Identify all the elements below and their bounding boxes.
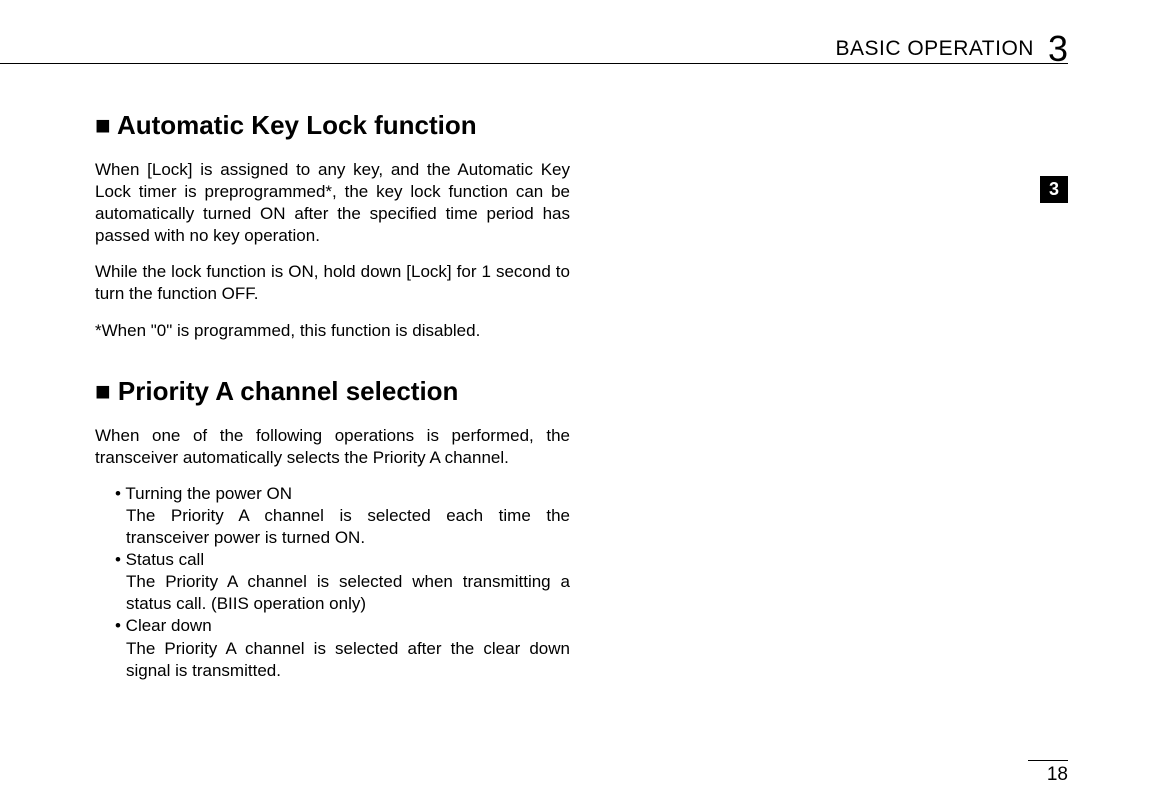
section-heading-priority: ■ Priority A channel selection: [95, 376, 570, 407]
bullet-title: • Turning the power ON: [115, 483, 570, 505]
list-item: • Turning the power ON The Priority A ch…: [115, 483, 570, 549]
bullet-title: • Status call: [115, 549, 570, 571]
side-tab-indicator: 3: [1040, 176, 1068, 203]
body-text: When [Lock] is assigned to any key, and …: [95, 159, 570, 247]
bullet-list: • Turning the power ON The Priority A ch…: [115, 483, 570, 682]
bullet-description: The Priority A channel is selected when …: [126, 571, 570, 615]
page-content: ■ Automatic Key Lock function When [Lock…: [95, 110, 570, 682]
bullet-description: The Priority A channel is selected each …: [126, 505, 570, 549]
bullet-description: The Priority A channel is selected after…: [126, 638, 570, 682]
list-item: • Status call The Priority A channel is …: [115, 549, 570, 615]
section-heading-keylock: ■ Automatic Key Lock function: [95, 110, 570, 141]
body-text: When one of the following operations is …: [95, 425, 570, 469]
header-divider: [0, 63, 1068, 64]
header-title: BASIC OPERATION: [835, 37, 1033, 61]
body-text: *When "0" is programmed, this function i…: [95, 320, 570, 342]
body-text: While the lock function is ON, hold down…: [95, 261, 570, 305]
page-number: 18: [1028, 764, 1068, 786]
page-footer: 18: [1028, 760, 1068, 787]
bullet-title: • Clear down: [115, 615, 570, 637]
footer-divider: [1028, 760, 1068, 762]
list-item: • Clear down The Priority A channel is s…: [115, 615, 570, 681]
